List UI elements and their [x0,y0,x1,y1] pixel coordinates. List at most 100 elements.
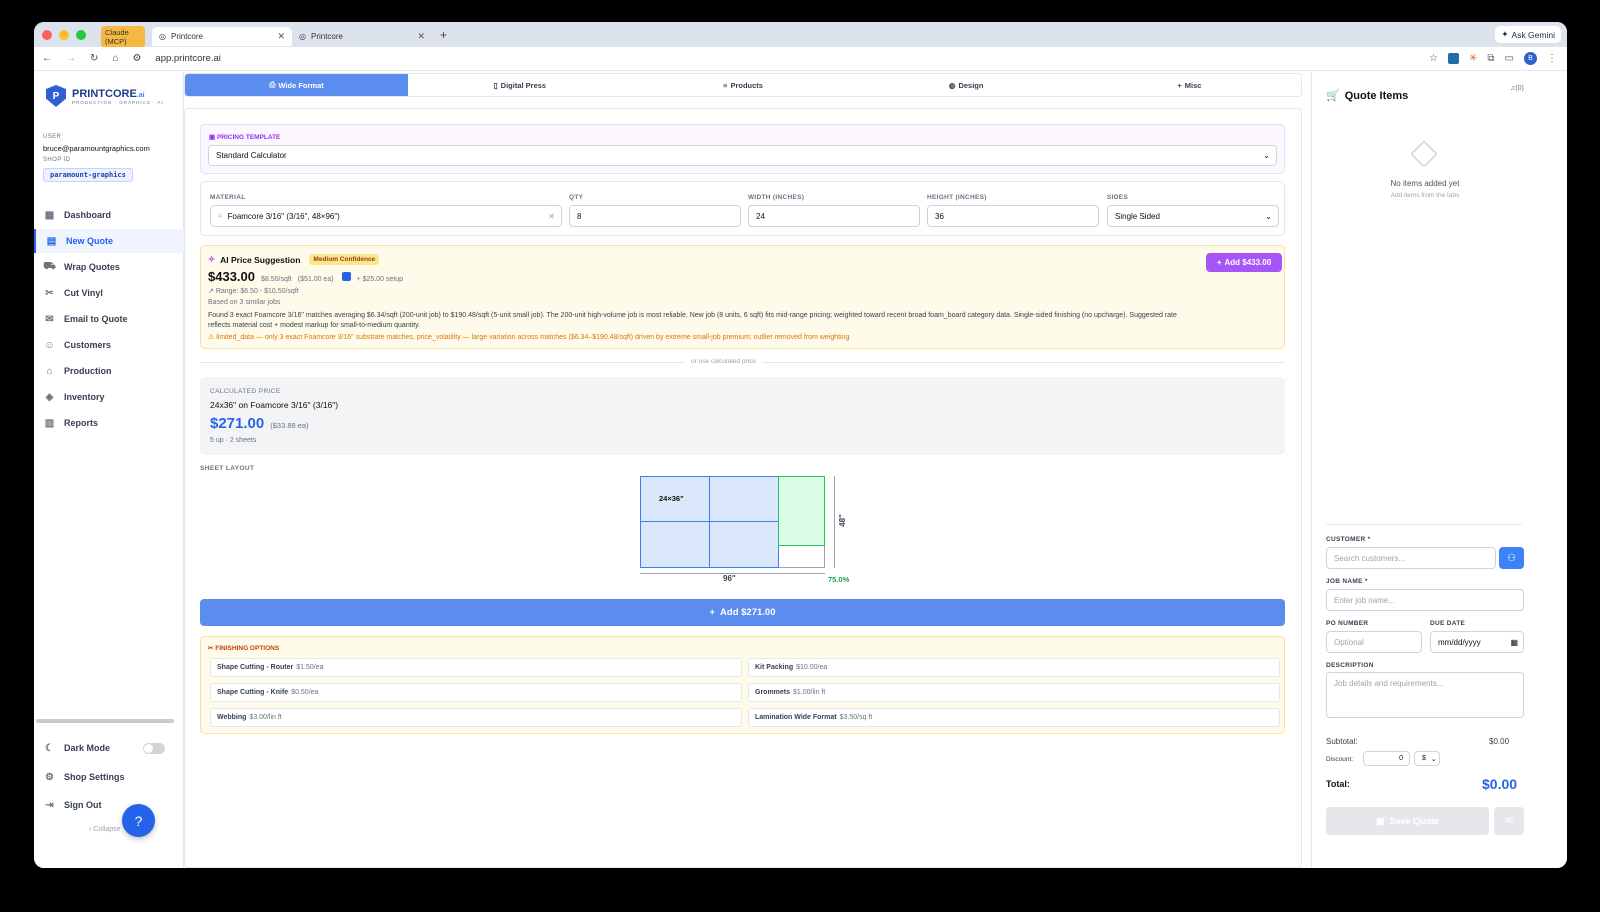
customer-search-input[interactable]: Search customers... [1326,547,1496,569]
close-tab-icon[interactable]: ✕ [417,31,425,42]
sidebar-item-new-quote[interactable]: ▤ New Quote [34,229,184,253]
email-quote-button[interactable]: ✉ [1494,807,1524,835]
finishing-option[interactable]: Kit Packing $10.00/ea [748,658,1280,677]
chevron-down-icon: ⌄ [1265,211,1272,221]
height-input[interactable]: 36 [927,205,1099,227]
po-number-input[interactable]: Optional [1326,631,1422,653]
address-bar: ← → ↻ ⌂ ⚙ app.printcore.ai ☆ ✳ ⧉ ▭ B ⋮ [34,47,1567,71]
add-customer-button[interactable]: ⚇ [1499,547,1524,569]
sidebar-item-inventory[interactable]: ◈ Inventory [34,385,184,409]
menu-icon[interactable]: ⋮ [1547,53,1557,64]
sides-select[interactable]: Single Sided ⌄ [1107,205,1279,227]
claude-extension-icon[interactable]: ✳ [1469,53,1477,64]
material-label: MATERIAL [210,194,246,201]
tab-design[interactable]: ◍ Design [855,74,1078,96]
ai-range: ↗ Range: $6.50 - $10.50/sqft [208,288,299,295]
dark-mode-row: ☾ Dark Mode [34,736,184,760]
ai-price: $433.00 [208,269,255,284]
home-icon[interactable]: ⌂ [112,53,118,64]
close-tab-icon[interactable]: ✕ [277,31,285,42]
add-calculated-button[interactable]: + Add $271.00 [200,599,1285,626]
printer-icon: ⎙ [269,80,276,89]
site-info-icon[interactable]: ⚙ [132,53,141,64]
discount-input[interactable]: 0 [1363,751,1410,766]
tab-claude[interactable]: Claude (MCP) [94,25,152,48]
width-input[interactable]: 24 [748,205,920,227]
profile-avatar[interactable]: B [1524,52,1537,65]
collapse-button[interactable]: ‹ Collapse [89,826,121,833]
save-icon: ▣ [1375,815,1385,826]
notifications[interactable]: ♫(0) [1510,85,1524,92]
pricing-template-select[interactable]: Standard Calculator ⌄ [208,145,1277,166]
scissors-icon: ✂ [45,287,54,299]
description-textarea[interactable]: Job details and requirements... [1326,672,1524,718]
sidebar-item-wrap-quotes[interactable]: ⛟ Wrap Quotes [34,255,184,279]
job-name-label: JOB NAME * [1326,578,1368,585]
shop-id-label: SHOP ID [43,157,71,163]
layout-piece [640,521,710,568]
tab-misc[interactable]: + Misc [1078,74,1301,96]
finishing-option[interactable]: Shape Cutting - Router $1.50/ea [210,658,742,677]
url-field[interactable]: app.printcore.ai [155,53,220,64]
empty-title: No items added yet [1390,179,1460,188]
discount-unit-select[interactable]: $ ⌄ [1414,751,1440,766]
job-name-input[interactable]: Enter job name... [1326,589,1524,611]
logo: P PRINTCORE.ai PRODUCTION · GRAPHICS · AI [46,85,164,107]
dark-mode-toggle[interactable] [143,742,165,754]
empty-box-icon [1410,140,1438,168]
add-ai-price-button[interactable]: + Add $433.00 [1206,253,1282,272]
sidebar-item-email-to-quote[interactable]: ✉ Email to Quote [34,307,184,331]
due-date-input[interactable]: mm/dd/yyyy ▦ [1430,631,1524,653]
globe-icon: ◎ [299,32,306,41]
finishing-option[interactable]: Lamination Wide Format $3.50/sq ft [748,708,1280,727]
moon-icon: ☾ [45,742,54,754]
factory-icon: ⌂ [46,365,53,377]
sidebar-item-dashboard[interactable]: ▦ Dashboard [34,203,184,227]
mail-icon: ✉ [1504,815,1514,827]
sidebar-item-production[interactable]: ⌂ Production [34,359,184,383]
material-input[interactable]: ⌕ Foamcore 3/16" (3/16", 48×96") ✕ [210,205,562,227]
sidebar-item-reports[interactable]: ▥ Reports [34,411,184,435]
sidebar-item-cut-vinyl[interactable]: ✂ Cut Vinyl [34,281,184,305]
sidebar-scrollbar[interactable] [36,719,174,723]
browser-tabbar: Claude (MCP) ◎ Printcore ✕ ◎ Printcore ✕ + ✦… [34,22,1567,48]
extensions-icon[interactable]: ⧉ [1487,53,1494,64]
ai-warning: ⚠ limited_data — only 3 exact Foamcore 3… [208,334,850,341]
finishing-option[interactable]: Shape Cutting - Knife $0.50/ea [210,683,742,702]
sheets-info: 5 up · 2 sheets [210,437,257,444]
tab-digital-press[interactable]: ▯ Digital Press [408,74,631,96]
plus-icon: + [1216,258,1222,267]
new-tab-icon[interactable]: + [440,28,447,42]
tab-wide-format[interactable]: ⎙ Wide Format [185,74,409,96]
reload-icon[interactable]: ↻ [90,53,98,64]
finishing-option[interactable]: Grommets $1.00/lin ft [748,683,1280,702]
help-icon: ? [134,812,143,829]
layout-piece [709,521,779,568]
logo-text: PRINTCORE [72,87,137,100]
ask-gemini-button[interactable]: ✦ Ask Gemini [1495,26,1561,43]
clear-icon[interactable]: ✕ [548,212,555,221]
sign-out-button[interactable]: ⇥ Sign Out [34,793,184,817]
help-button[interactable]: ? [122,804,155,837]
cast-icon[interactable]: ▭ [1505,53,1514,64]
subtotal-value: $0.00 [1489,737,1510,746]
height-label: HEIGHT (INCHES) [927,194,987,201]
tab-printcore-active[interactable]: ◎ Printcore ✕ [152,27,292,46]
empty-subtitle: Add items from the tabs [1390,192,1460,199]
qty-input[interactable]: 8 [569,205,741,227]
sidebar-item-customers[interactable]: ☺ Customers [34,333,184,357]
discount-label: Discount: [1326,756,1354,763]
setup-checkbox[interactable] [341,272,351,281]
pricing-template-card: ▣ PRICING TEMPLATE Standard Calculator ⌄ [200,124,1285,174]
back-icon[interactable]: ← [42,53,52,64]
bookmark-icon[interactable]: ☆ [1429,53,1438,64]
tab-printcore[interactable]: ◎ Printcore ✕ [292,27,432,46]
material-card: MATERIAL ⌕ Foamcore 3/16" (3/16", 48×96")… [200,181,1285,236]
save-quote-button[interactable]: ▣ Save Quote [1326,807,1489,835]
globe-icon: ◎ [159,32,166,41]
shop-settings-button[interactable]: ⚙ Shop Settings [34,765,184,789]
forward-icon[interactable]: → [66,53,76,64]
tab-products[interactable]: ≡ Products [631,74,854,96]
extension-icon[interactable] [1448,53,1460,64]
finishing-option[interactable]: Webbing $3.00/lin ft [210,708,742,727]
